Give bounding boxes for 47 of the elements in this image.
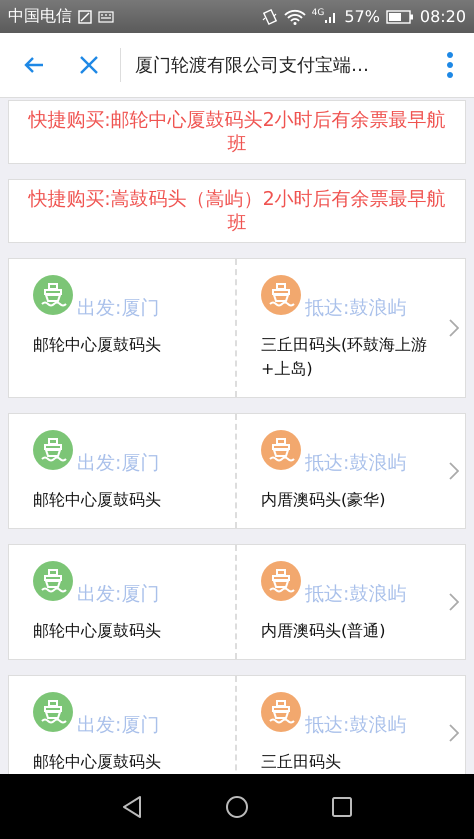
chevron-right-icon: [449, 724, 459, 742]
departure-label: 出发:厦门: [77, 713, 160, 738]
recent-apps-square-icon[interactable]: [331, 796, 353, 818]
ferry-icon: [261, 275, 301, 315]
clock-time: 08:20: [420, 7, 466, 26]
network-label: 4G: [312, 8, 324, 18]
route-card[interactable]: 出发:厦门 邮轮中心厦鼓码头 抵达:鼓浪屿 内厝澳码头(普通): [8, 544, 466, 660]
carrier-name: 中国电信: [8, 6, 72, 27]
chevron-right-icon: [449, 462, 459, 480]
ferry-icon: [261, 692, 301, 732]
ferry-icon: [33, 561, 73, 601]
keyboard-icon: [98, 10, 114, 22]
departure-pier: 邮轮中心厦鼓码头: [33, 334, 162, 356]
arrival-pier: 三丘田码头: [261, 751, 342, 773]
battery-percent: 57%: [344, 7, 380, 26]
chevron-right-icon: [449, 593, 459, 611]
departure-pier: 邮轮中心厦鼓码头: [33, 489, 162, 511]
ferry-icon: [261, 561, 301, 601]
vibrate-icon: [262, 8, 278, 26]
wifi-icon: [284, 8, 306, 24]
image-icon: [78, 10, 92, 24]
ferry-icon: [261, 430, 301, 470]
route-card[interactable]: 出发:厦门 邮轮中心厦鼓码头 抵达:鼓浪屿 三丘田码头(环鼓海上游+上岛): [8, 258, 466, 398]
departure-label: 出发:厦门: [77, 296, 160, 321]
ferry-icon: [33, 430, 73, 470]
battery-icon: [386, 10, 414, 24]
ferry-icon: [33, 275, 73, 315]
route-card[interactable]: 出发:厦门 邮轮中心厦鼓码头 抵达:鼓浪屿 内厝澳码头(豪华): [8, 413, 466, 529]
route-card[interactable]: 出发:厦门 邮轮中心厦鼓码头 抵达:鼓浪屿 三丘田码头: [8, 675, 466, 774]
departure-pier: 邮轮中心厦鼓码头: [33, 620, 162, 642]
arrival-pier: 三丘田码头(环鼓海上游+上岛): [261, 334, 428, 380]
departure-label: 出发:厦门: [77, 451, 160, 476]
departure-pier: 邮轮中心厦鼓码头: [33, 751, 162, 773]
more-menu-icon[interactable]: [446, 52, 454, 78]
page-title: 厦门轮渡有限公司支付宝端…: [135, 54, 370, 77]
arrival-pier: 内厝澳码头(普通): [261, 620, 386, 642]
arrival-pier: 内厝澳码头(豪华): [261, 489, 386, 511]
back-triangle-icon[interactable]: [121, 794, 143, 818]
arrival-label: 抵达:鼓浪屿: [305, 451, 406, 476]
ferry-icon: [33, 692, 73, 732]
arrival-label: 抵达:鼓浪屿: [305, 296, 406, 321]
chevron-right-icon: [449, 319, 459, 337]
arrival-label: 抵达:鼓浪屿: [305, 713, 406, 738]
arrival-label: 抵达:鼓浪屿: [305, 582, 406, 607]
close-icon[interactable]: [78, 54, 100, 76]
home-circle-icon[interactable]: [225, 794, 249, 818]
departure-label: 出发:厦门: [77, 582, 160, 607]
